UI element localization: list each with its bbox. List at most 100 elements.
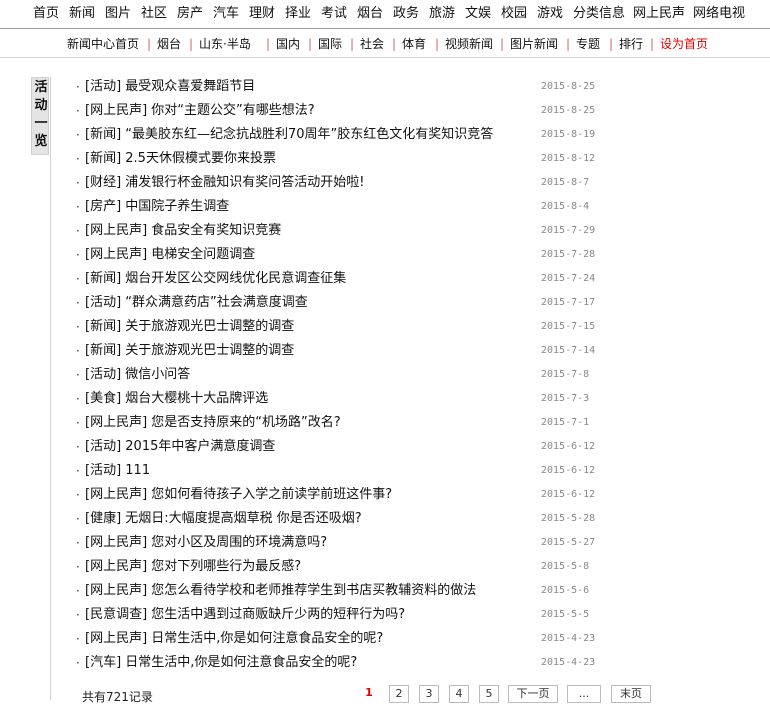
top-nav-item[interactable]: 分类信息 (573, 6, 625, 22)
list-item[interactable]: · [活动] 微信小问答 2015-7-8 (72, 365, 602, 389)
item-title-link[interactable]: [新闻] 关于旅游观光巴士调整的调查 (85, 319, 294, 335)
top-nav-item[interactable]: 新闻 (69, 6, 95, 22)
item-date: 2015-7-8 (541, 369, 590, 380)
list-item[interactable]: · [新闻] “最美胶东红—纪念抗战胜利70周年”胶东红色文化有奖知识竞答 2015… (72, 125, 602, 149)
item-title-link[interactable]: [房产] 中国院子养生调查 (85, 199, 229, 215)
list-item[interactable]: · [活动] “群众满意药店”社会满意度调查 2015-7-17 (72, 293, 602, 317)
list-item[interactable]: · [网上民声] 您对下列哪些行为最反感? 2015-5-8 (72, 557, 602, 581)
item-title-link[interactable]: [健康] 无烟日:大幅度提高烟草税 你是否还吸烟? (85, 511, 362, 527)
sub-nav-item[interactable]: 排行 (619, 37, 643, 51)
top-nav-item[interactable]: 校园 (501, 6, 527, 22)
top-nav-item[interactable]: 网络电视 (693, 6, 745, 22)
list-item[interactable]: · [新闻] 2.5天休假模式要你来投票 2015-8-12 (72, 149, 602, 173)
side-tab-activities[interactable]: 活动一览 (31, 77, 49, 155)
list-item[interactable]: · [民意调查] 您生活中遇到过商贩缺斤少两的短秤行为吗? 2015-5-5 (72, 605, 602, 629)
next-page-button[interactable]: 下一页 (508, 685, 558, 703)
sub-nav-item[interactable]: 烟台 (157, 37, 181, 51)
sub-nav-item[interactable]: 视频新闻 (445, 37, 493, 51)
item-title-link[interactable]: [网上民声] 电梯安全问题调查 (85, 247, 255, 263)
page-ellipsis-button[interactable]: ... (567, 685, 601, 703)
item-title-link[interactable]: [新闻] 关于旅游观光巴士调整的调查 (85, 343, 294, 359)
top-nav-item[interactable]: 网上民声 (633, 6, 685, 22)
page-button[interactable]: 5 (479, 685, 499, 703)
page-button[interactable]: 4 (449, 685, 469, 703)
item-title-link[interactable]: [新闻] “最美胶东红—纪念抗战胜利70周年”胶东红色文化有奖知识竞答 (85, 127, 493, 143)
sub-nav-item[interactable]: 体育 (402, 37, 426, 51)
top-nav-item[interactable]: 图片 (105, 6, 131, 22)
item-title-link[interactable]: [网上民声] 您如何看待孩子入学之前读学前班这件事? (85, 487, 392, 503)
item-title-link[interactable]: [网上民声] 日常生活中,你是如何注意食品安全的呢? (85, 631, 383, 647)
top-nav-item[interactable]: 汽车 (213, 6, 239, 22)
item-title-link[interactable]: [活动] 最受观众喜爱舞蹈节目 (85, 79, 255, 95)
top-nav-item[interactable]: 社区 (141, 6, 167, 22)
item-title-link[interactable]: [网上民声] 您对小区及周围的环境满意吗? (85, 535, 327, 551)
list-item[interactable]: · [活动] 111 2015-6-12 (72, 461, 602, 485)
list-item[interactable]: · [新闻] 烟台开发区公交网线优化民意调查征集 2015-7-24 (72, 269, 602, 293)
item-title-link[interactable]: [网上民声] 您对下列哪些行为最反感? (85, 559, 301, 575)
list-item[interactable]: · [网上民声] 您对小区及周围的环境满意吗? 2015-5-27 (72, 533, 602, 557)
item-title-link[interactable]: [新闻] 烟台开发区公交网线优化民意调查征集 (85, 271, 346, 287)
item-date: 2015-7-14 (541, 345, 596, 356)
list-item[interactable]: · [网上民声] 您如何看待孩子入学之前读学前班这件事? 2015-6-12 (72, 485, 602, 509)
bullet: · (76, 608, 80, 622)
top-nav-item[interactable]: 游戏 (537, 6, 563, 22)
item-title-link[interactable]: [网上民声] 你对“主题公交”有哪些想法? (85, 103, 315, 119)
list-item[interactable]: · [健康] 无烟日:大幅度提高烟草税 你是否还吸烟? 2015-5-28 (72, 509, 602, 533)
list-item[interactable]: · [活动] 2015年中客户满意度调查 2015-6-12 (72, 437, 602, 461)
item-title-link[interactable]: [网上民声] 食品安全有奖知识竞赛 (85, 223, 281, 239)
top-nav-item[interactable]: 择业 (285, 6, 311, 22)
item-title-link[interactable]: [民意调查] 您生活中遇到过商贩缺斤少两的短秤行为吗? (85, 607, 405, 623)
list-item[interactable]: · [美食] 烟台大樱桃十大品牌评选 2015-7-3 (72, 389, 602, 413)
sub-nav-item[interactable]: 社会 (360, 37, 384, 51)
item-title-link[interactable]: [新闻] 2.5天休假模式要你来投票 (85, 151, 276, 167)
item-title-link[interactable]: [活动] “群众满意药店”社会满意度调查 (85, 295, 308, 311)
page-button[interactable]: 2 (389, 685, 409, 703)
sub-nav-item[interactable]: 国际 (318, 37, 342, 51)
top-nav-item[interactable]: 政务 (393, 6, 419, 22)
list-item[interactable]: · [新闻] 关于旅游观光巴士调整的调查 2015-7-15 (72, 317, 602, 341)
side-tab-char: 动 (34, 98, 48, 113)
item-title-link[interactable]: [活动] 微信小问答 (85, 367, 190, 383)
list-item[interactable]: · [财经] 浦发银行杯金融知识有奖问答活动开始啦! 2015-8-7 (72, 173, 602, 197)
bullet: · (76, 488, 80, 502)
sub-nav-item[interactable]: 山东·半岛 (199, 37, 251, 51)
list-item[interactable]: · [网上民声] 食品安全有奖知识竞赛 2015-7-29 (72, 221, 602, 245)
bullet: · (76, 248, 80, 262)
item-title-link[interactable]: [活动] 2015年中客户满意度调查 (85, 439, 275, 455)
top-nav-item[interactable]: 理财 (249, 6, 275, 22)
top-nav-item[interactable]: 首页 (33, 6, 59, 22)
top-nav-item[interactable]: 旅游 (429, 6, 455, 22)
top-nav-item[interactable]: 文娱 (465, 6, 491, 22)
item-date: 2015-8-25 (541, 105, 596, 116)
sub-nav-item[interactable]: 专题 (576, 37, 600, 51)
top-nav-item[interactable]: 考试 (321, 6, 347, 22)
page-current[interactable]: 1 (359, 685, 379, 703)
list-item[interactable]: · [网上民声] 您是否支持原来的“机场路”改名? 2015-7-1 (72, 413, 602, 437)
sub-nav-item[interactable]: 新闻中心首页 (67, 37, 139, 51)
list-item[interactable]: · [网上民声] 您怎么看待学校和老师推荐学生到书店买教辅资料的做法 2015-5-… (72, 581, 602, 605)
page-button[interactable]: 3 (419, 685, 439, 703)
sub-nav-item[interactable]: 国内 (276, 37, 300, 51)
list-item[interactable]: · [房产] 中国院子养生调查 2015-8-4 (72, 197, 602, 221)
last-page-button[interactable]: 末页 (611, 685, 651, 703)
item-title-link[interactable]: [网上民声] 您怎么看待学校和老师推荐学生到书店买教辅资料的做法 (85, 583, 476, 599)
top-nav-item[interactable]: 房产 (177, 6, 203, 22)
bullet: · (76, 296, 80, 310)
item-title-link[interactable]: [汽车] 日常生活中,你是如何注意食品安全的呢? (85, 655, 357, 671)
item-title-link[interactable]: [网上民声] 您是否支持原来的“机场路”改名? (85, 415, 341, 431)
list-item[interactable]: · [网上民声] 你对“主题公交”有哪些想法? 2015-8-25 (72, 101, 602, 125)
list-item[interactable]: · [网上民声] 电梯安全问题调查 2015-7-28 (72, 245, 602, 269)
list-item[interactable]: · [汽车] 日常生活中,你是如何注意食品安全的呢? 2015-4-23 (72, 653, 602, 677)
item-title-link[interactable]: [活动] 111 (85, 463, 150, 479)
sub-nav-separator: | (435, 37, 440, 51)
item-title-link[interactable]: [财经] 浦发银行杯金融知识有奖问答活动开始啦! (85, 175, 365, 191)
list-item[interactable]: · [活动] 最受观众喜爱舞蹈节目 2015-8-25 (72, 77, 602, 101)
sub-nav-item[interactable]: 设为首页 (660, 37, 708, 51)
top-nav-item[interactable]: 烟台 (357, 6, 383, 22)
list-item[interactable]: · [新闻] 关于旅游观光巴士调整的调查 2015-7-14 (72, 341, 602, 365)
top-nav-divider (0, 28, 770, 29)
item-title-link[interactable]: [美食] 烟台大樱桃十大品牌评选 (85, 391, 268, 407)
sub-nav-item[interactable]: 图片新闻 (510, 37, 558, 51)
item-date: 2015-6-12 (541, 489, 596, 500)
list-item[interactable]: · [网上民声] 日常生活中,你是如何注意食品安全的呢? 2015-4-23 (72, 629, 602, 653)
